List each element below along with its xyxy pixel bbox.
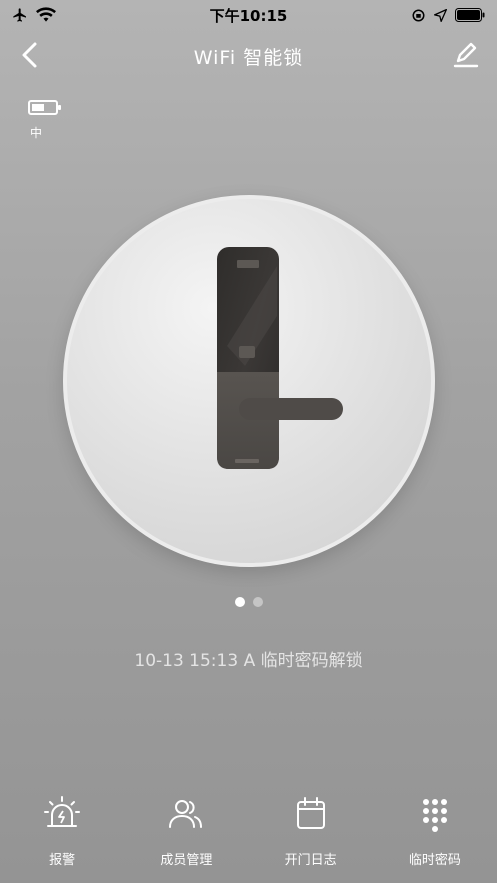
page-title: WiFi 智能锁 bbox=[193, 46, 304, 69]
tab-alarm-label: 报警 bbox=[49, 853, 76, 868]
status-bar: 下午10:15 bbox=[0, 0, 497, 30]
chevron-left-icon[interactable] bbox=[14, 38, 48, 72]
battery-medium-icon bbox=[28, 100, 61, 115]
battery-level-label: 中 bbox=[30, 126, 43, 140]
pager-dot-active[interactable] bbox=[234, 597, 245, 607]
tab-alarm[interactable]: 报警 bbox=[7, 795, 117, 875]
nav-bar: WiFi 智能锁 bbox=[0, 30, 497, 82]
tab-temp-password-label: 临时密码 bbox=[408, 853, 461, 868]
bottom-action-bar: 报警 成员管理 开门日志 临时密码 bbox=[0, 795, 497, 875]
status-time: 下午10:15 bbox=[209, 7, 288, 25]
pager-dot[interactable] bbox=[252, 597, 263, 607]
calendar-log-icon bbox=[296, 797, 325, 829]
carousel-pager bbox=[0, 597, 497, 607]
tab-unlock-log[interactable]: 开门日志 bbox=[256, 795, 366, 875]
alarm-siren-icon bbox=[44, 796, 81, 827]
smart-lock-illustration bbox=[217, 247, 343, 469]
tab-temp-password[interactable]: 临时密码 bbox=[380, 795, 490, 875]
pencil-edit-icon[interactable] bbox=[451, 40, 481, 70]
tab-members[interactable]: 成员管理 bbox=[131, 795, 241, 875]
members-icon bbox=[169, 800, 203, 828]
last-unlock-event: 10-13 15:13 A 临时密码解锁 bbox=[134, 651, 363, 671]
lock-battery-indicator: 中 bbox=[28, 100, 68, 141]
tab-unlock-log-label: 开门日志 bbox=[284, 853, 337, 868]
keypad-icon bbox=[422, 799, 447, 832]
tab-members-label: 成员管理 bbox=[160, 853, 213, 868]
